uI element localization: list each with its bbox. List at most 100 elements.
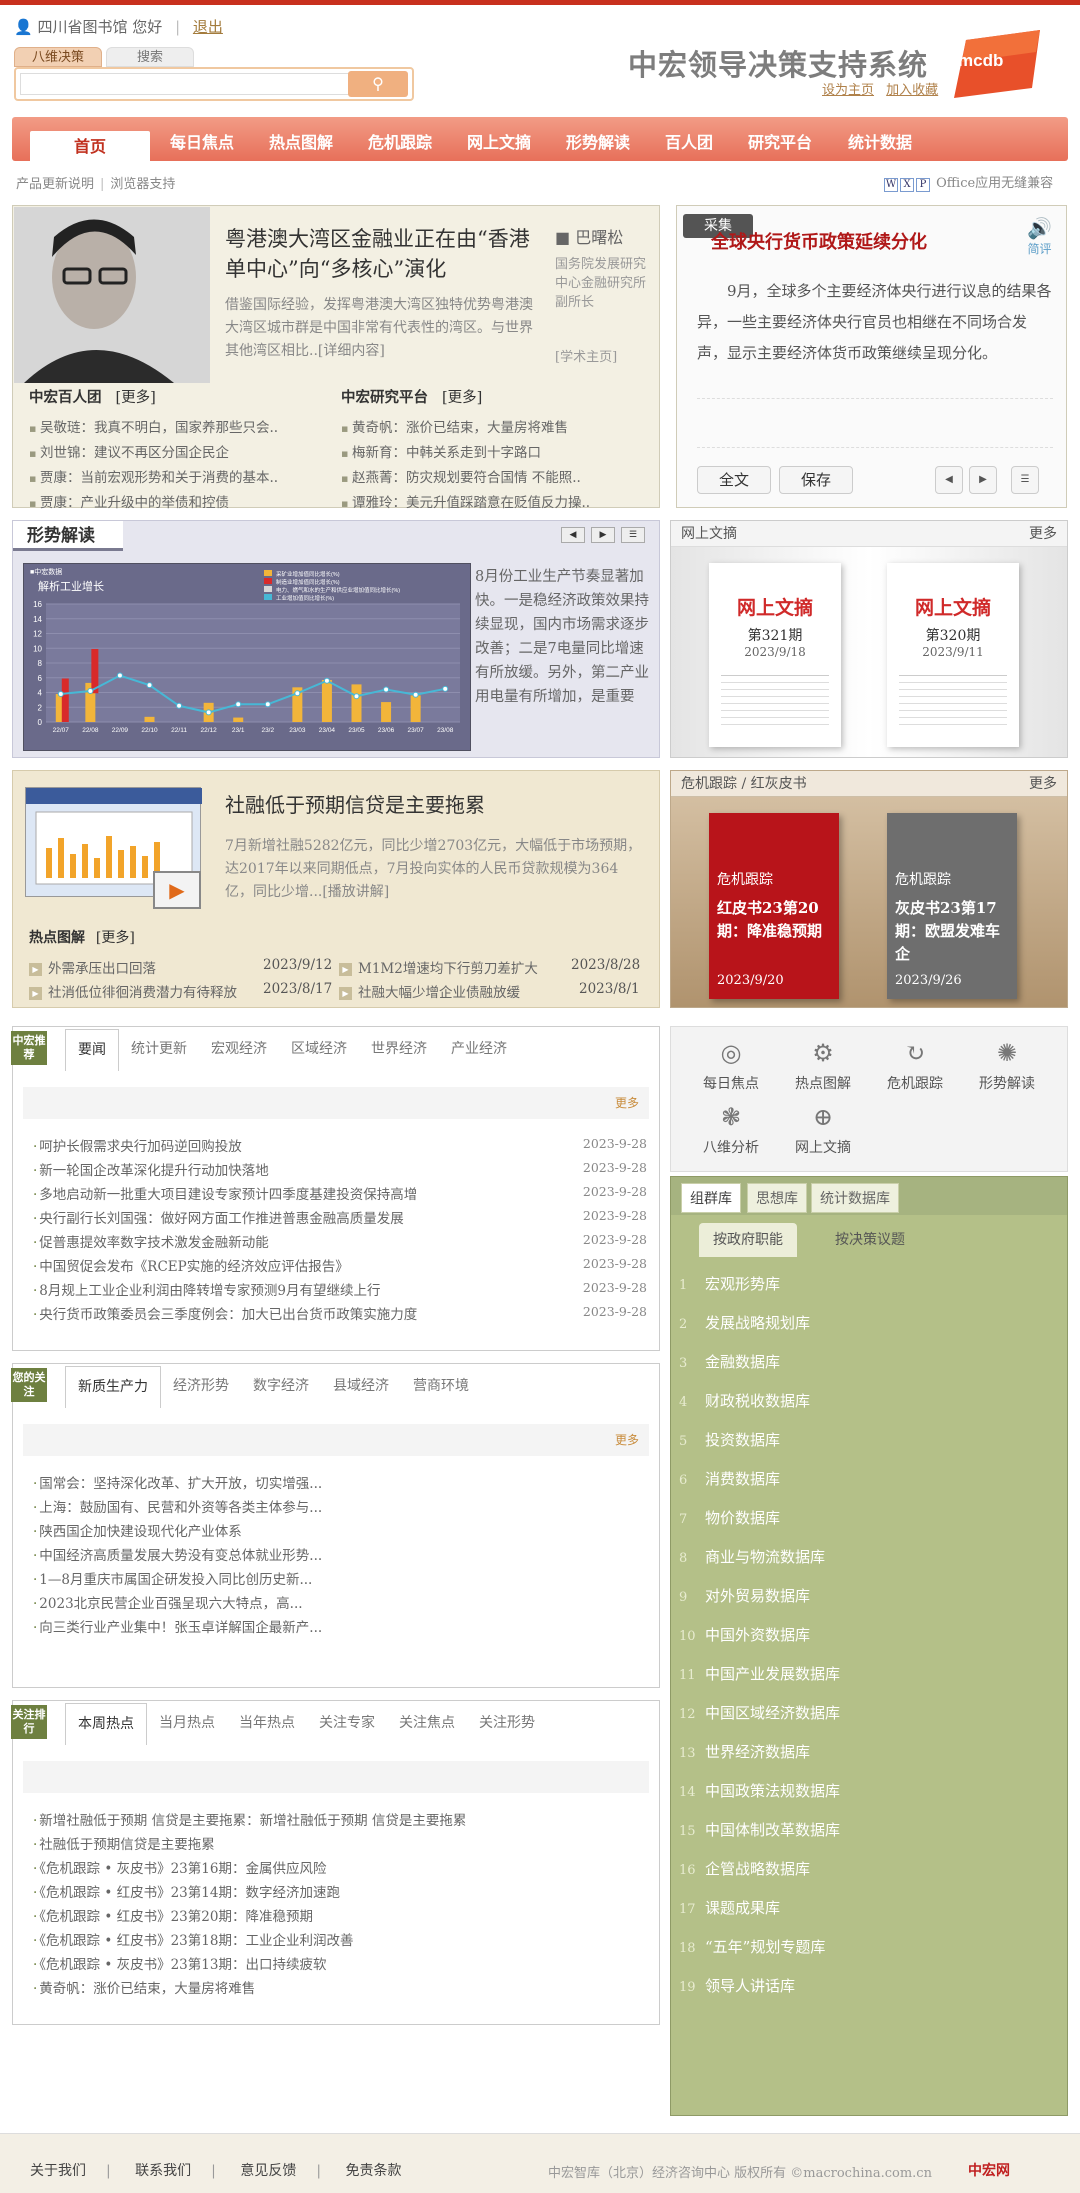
set-home-link[interactable]: 设为主页: [822, 83, 874, 98]
database-item[interactable]: 9 对外贸易数据库: [679, 1577, 1059, 1616]
list-item[interactable]: 《危机跟踪 • 红皮书》23第18期：工业企业利润改善: [33, 1929, 353, 1949]
list-item[interactable]: 8月规上工业企业利润由降转增专家预测9月有望继续上行: [33, 1279, 380, 1299]
nav-home[interactable]: 首页: [30, 131, 150, 161]
tab-business-env[interactable]: 营商环境: [401, 1366, 481, 1406]
research-platform-more[interactable]: [更多]: [442, 390, 482, 406]
database-item[interactable]: 8 商业与物流数据库: [679, 1538, 1059, 1577]
list-item[interactable]: 促普惠提效率数字技术激发金融新动能: [33, 1231, 269, 1251]
subtab-by-function[interactable]: 按政府职能: [699, 1223, 797, 1257]
database-item[interactable]: 14 中国政策法规数据库: [679, 1772, 1059, 1811]
situation-shortcut[interactable]: ✺ 形势解读: [967, 1039, 1047, 1093]
tab-macro[interactable]: 宏观经济: [199, 1029, 279, 1069]
list-item[interactable]: 赵燕菁：防灾规划要符合国情 不能照..: [341, 466, 641, 491]
tab-stat-db[interactable]: 统计数据库: [811, 1183, 899, 1213]
list-item[interactable]: 多地启动新一批重大项目建设专家预计四季度基建投资保持高增: [33, 1183, 417, 1203]
list-item[interactable]: 黄奇帆：涨价已结束，大量房将难售: [341, 416, 641, 441]
list-item[interactable]: 《危机跟踪 • 红皮书》23第14期：数字经济加速跑: [33, 1881, 340, 1901]
hundred-group-more[interactable]: [更多]: [116, 390, 156, 406]
author-homepage-link[interactable]: [学术主页]: [555, 348, 655, 367]
list-item[interactable]: 社融大幅少增企业债融放缓: [339, 981, 520, 1001]
list-item[interactable]: 吴敬琏：我真不明白，国家养那些只会..: [29, 416, 329, 441]
menu-icon[interactable]: ☰: [1011, 466, 1039, 494]
recommend-more[interactable]: 更多: [23, 1087, 649, 1119]
list-item[interactable]: 央行货币政策委员会三季度例会：加大已出台货币政策实施力度: [33, 1303, 417, 1323]
situation-text[interactable]: 8月份工业生产节奏显著加快。一是稳经济政策效果持续显现，国内市场需求逐步改善；二…: [475, 565, 649, 709]
list-item[interactable]: 中国经济高质量发展大势没有变总体就业形势...: [33, 1544, 322, 1564]
nav-hot-graphics[interactable]: 热点图解: [269, 129, 333, 153]
gray-book[interactable]: 危机跟踪 灰皮书23第17期：欧盟发难车企 2023/9/26: [887, 813, 1017, 999]
nav-statistics[interactable]: 统计数据: [848, 129, 912, 153]
database-item[interactable]: 17 课题成果库: [679, 1889, 1059, 1928]
list-item[interactable]: M1M2增速均下行剪刀差扩大: [339, 957, 538, 977]
database-item[interactable]: 10 中国外资数据库: [679, 1616, 1059, 1655]
tab-stat-update[interactable]: 统计更新: [119, 1029, 199, 1069]
hot-graphics-headline[interactable]: 社融低于预期信贷是主要拖累: [225, 789, 485, 818]
list-item[interactable]: 社消低位徘徊消费潜力有待释放: [29, 981, 237, 1001]
list-item[interactable]: 外需承压出口回落: [29, 957, 156, 977]
add-favorite-link[interactable]: 加入收藏: [886, 83, 938, 98]
brief-comment-button[interactable]: 🔊 简评: [1027, 216, 1052, 257]
play-icon[interactable]: ▶: [153, 871, 201, 909]
nav-hundred-group[interactable]: 百人团: [665, 129, 713, 153]
tab-group-db[interactable]: 组群库: [681, 1183, 741, 1213]
database-item[interactable]: 4 财政税收数据库: [679, 1382, 1059, 1421]
list-item[interactable]: 《危机跟踪 • 灰皮书》23第16期：金属供应风险: [33, 1857, 326, 1877]
tab-economy[interactable]: 经济形势: [161, 1366, 241, 1406]
list-item[interactable]: 新一轮国企改革深化提升行动加快落地: [33, 1159, 269, 1179]
digest-book[interactable]: 网上文摘 第321期 2023/9/18: [709, 563, 841, 747]
author-photo[interactable]: [14, 207, 210, 383]
disclaimer-link[interactable]: 免责条款: [346, 2163, 402, 2179]
tab-bawei-decision[interactable]: 八维决策: [14, 47, 102, 67]
database-item[interactable]: 13 世界经济数据库: [679, 1733, 1059, 1772]
hot-graphics-shortcut[interactable]: ⚙ 热点图解: [783, 1039, 863, 1093]
database-item[interactable]: 6 消费数据库: [679, 1460, 1059, 1499]
nav-daily-focus[interactable]: 每日焦点: [170, 129, 234, 153]
tab-news[interactable]: 要闻: [65, 1029, 119, 1071]
list-item[interactable]: 呵护长假需求央行加码逆回购投放: [33, 1135, 242, 1155]
nav-online-digest[interactable]: 网上文摘: [467, 129, 531, 153]
tab-new-productivity[interactable]: 新质生产力: [65, 1366, 161, 1408]
digest-book[interactable]: 网上文摘 第320期 2023/9/11: [887, 563, 1019, 747]
save-button[interactable]: 保存: [779, 466, 853, 494]
database-item[interactable]: 2 发展战略规划库: [679, 1304, 1059, 1343]
list-item[interactable]: 《危机跟踪 • 红皮书》23第20期：降准稳预期: [33, 1905, 313, 1925]
online-digest-shortcut[interactable]: ⊕ 网上文摘: [783, 1103, 863, 1157]
browser-support-link[interactable]: 浏览器支持: [110, 177, 175, 192]
online-digest-more[interactable]: 更多: [1029, 521, 1057, 547]
tab-situation[interactable]: 关注形势: [467, 1703, 547, 1743]
menu-icon[interactable]: ☰: [621, 527, 645, 543]
search-input[interactable]: [20, 73, 350, 95]
tab-world[interactable]: 世界经济: [359, 1029, 439, 1069]
feature-headline[interactable]: 粤港澳大湾区金融业正在由“香港单中心”向“多核心”演化: [225, 224, 545, 284]
tab-focus[interactable]: 关注焦点: [387, 1703, 467, 1743]
tab-week-hot[interactable]: 本周热点: [65, 1703, 147, 1745]
nav-situation[interactable]: 形势解读: [566, 129, 630, 153]
focus-news-headline[interactable]: 全球央行货币政策延续分化: [711, 228, 927, 254]
full-text-button[interactable]: 全文: [697, 466, 771, 494]
list-item[interactable]: 上海：鼓励国有、民营和外资等各类主体参与...: [33, 1496, 322, 1516]
tab-experts[interactable]: 关注专家: [307, 1703, 387, 1743]
tab-month-hot[interactable]: 当月热点: [147, 1703, 227, 1743]
list-item[interactable]: 向三类行业产业集中！张玉卓详解国企最新产...: [33, 1616, 322, 1636]
hot-graphics-body[interactable]: 7月新增社融5282亿元，同比少增2703亿元，大幅低于市场预期，达2017年以…: [225, 835, 645, 904]
database-item[interactable]: 12 中国区域经济数据库: [679, 1694, 1059, 1733]
logout-link[interactable]: 退出: [193, 18, 223, 36]
next-icon[interactable]: ▶: [591, 527, 615, 543]
list-item[interactable]: 陕西国企加快建设现代化产业体系: [33, 1520, 242, 1540]
tab-regional[interactable]: 区域经济: [279, 1029, 359, 1069]
tab-think-db[interactable]: 思想库: [747, 1183, 807, 1213]
list-item[interactable]: 社融低于预期信贷是主要拖累: [33, 1833, 215, 1853]
tab-year-hot[interactable]: 当年热点: [227, 1703, 307, 1743]
database-item[interactable]: 5 投资数据库: [679, 1421, 1059, 1460]
list-item[interactable]: 刘世锦：建议不再区分国企民企: [29, 441, 329, 466]
list-item[interactable]: 贾康：当前宏观形势和关于消费的基本..: [29, 466, 329, 491]
nav-crisis-tracking[interactable]: 危机跟踪: [368, 129, 432, 153]
industry-growth-chart[interactable]: 0 2 4 6 8 10 12 14 16 ■中宏数据 解析工业增长 采矿业增加值同比增长(%) 制造业…: [23, 563, 471, 751]
database-item[interactable]: 15 中国体制改革数据库: [679, 1811, 1059, 1850]
list-item[interactable]: 1—8月重庆市属国企研发投入同比创历史新...: [33, 1568, 312, 1588]
database-item[interactable]: 1 宏观形势库: [679, 1265, 1059, 1304]
database-item[interactable]: 18 “五年”规划专题库: [679, 1928, 1059, 1967]
tab-digital[interactable]: 数字经济: [241, 1366, 321, 1406]
database-item[interactable]: 7 物价数据库: [679, 1499, 1059, 1538]
daily-focus-shortcut[interactable]: ◎ 每日焦点: [691, 1039, 771, 1093]
